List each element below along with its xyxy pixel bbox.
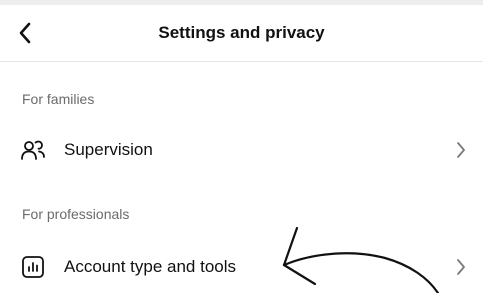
settings-privacy-screen: Settings and privacy For families Superv… — [0, 0, 483, 293]
header-divider — [0, 61, 483, 62]
settings-item-supervision[interactable]: Supervision — [0, 125, 483, 175]
chevron-right-icon — [453, 256, 469, 278]
settings-item-label: Account type and tools — [64, 257, 237, 276]
header-bar: Settings and privacy — [0, 5, 483, 61]
bar-chart-icon — [20, 254, 46, 280]
chevron-right-icon — [453, 139, 469, 161]
page-title: Settings and privacy — [158, 23, 325, 42]
section-label-families: For families — [22, 91, 95, 107]
section-label-professionals: For professionals — [22, 206, 130, 222]
people-icon — [20, 137, 46, 163]
settings-item-label: Supervision — [64, 140, 153, 159]
settings-item-account-type[interactable]: Account type and tools — [0, 242, 483, 292]
